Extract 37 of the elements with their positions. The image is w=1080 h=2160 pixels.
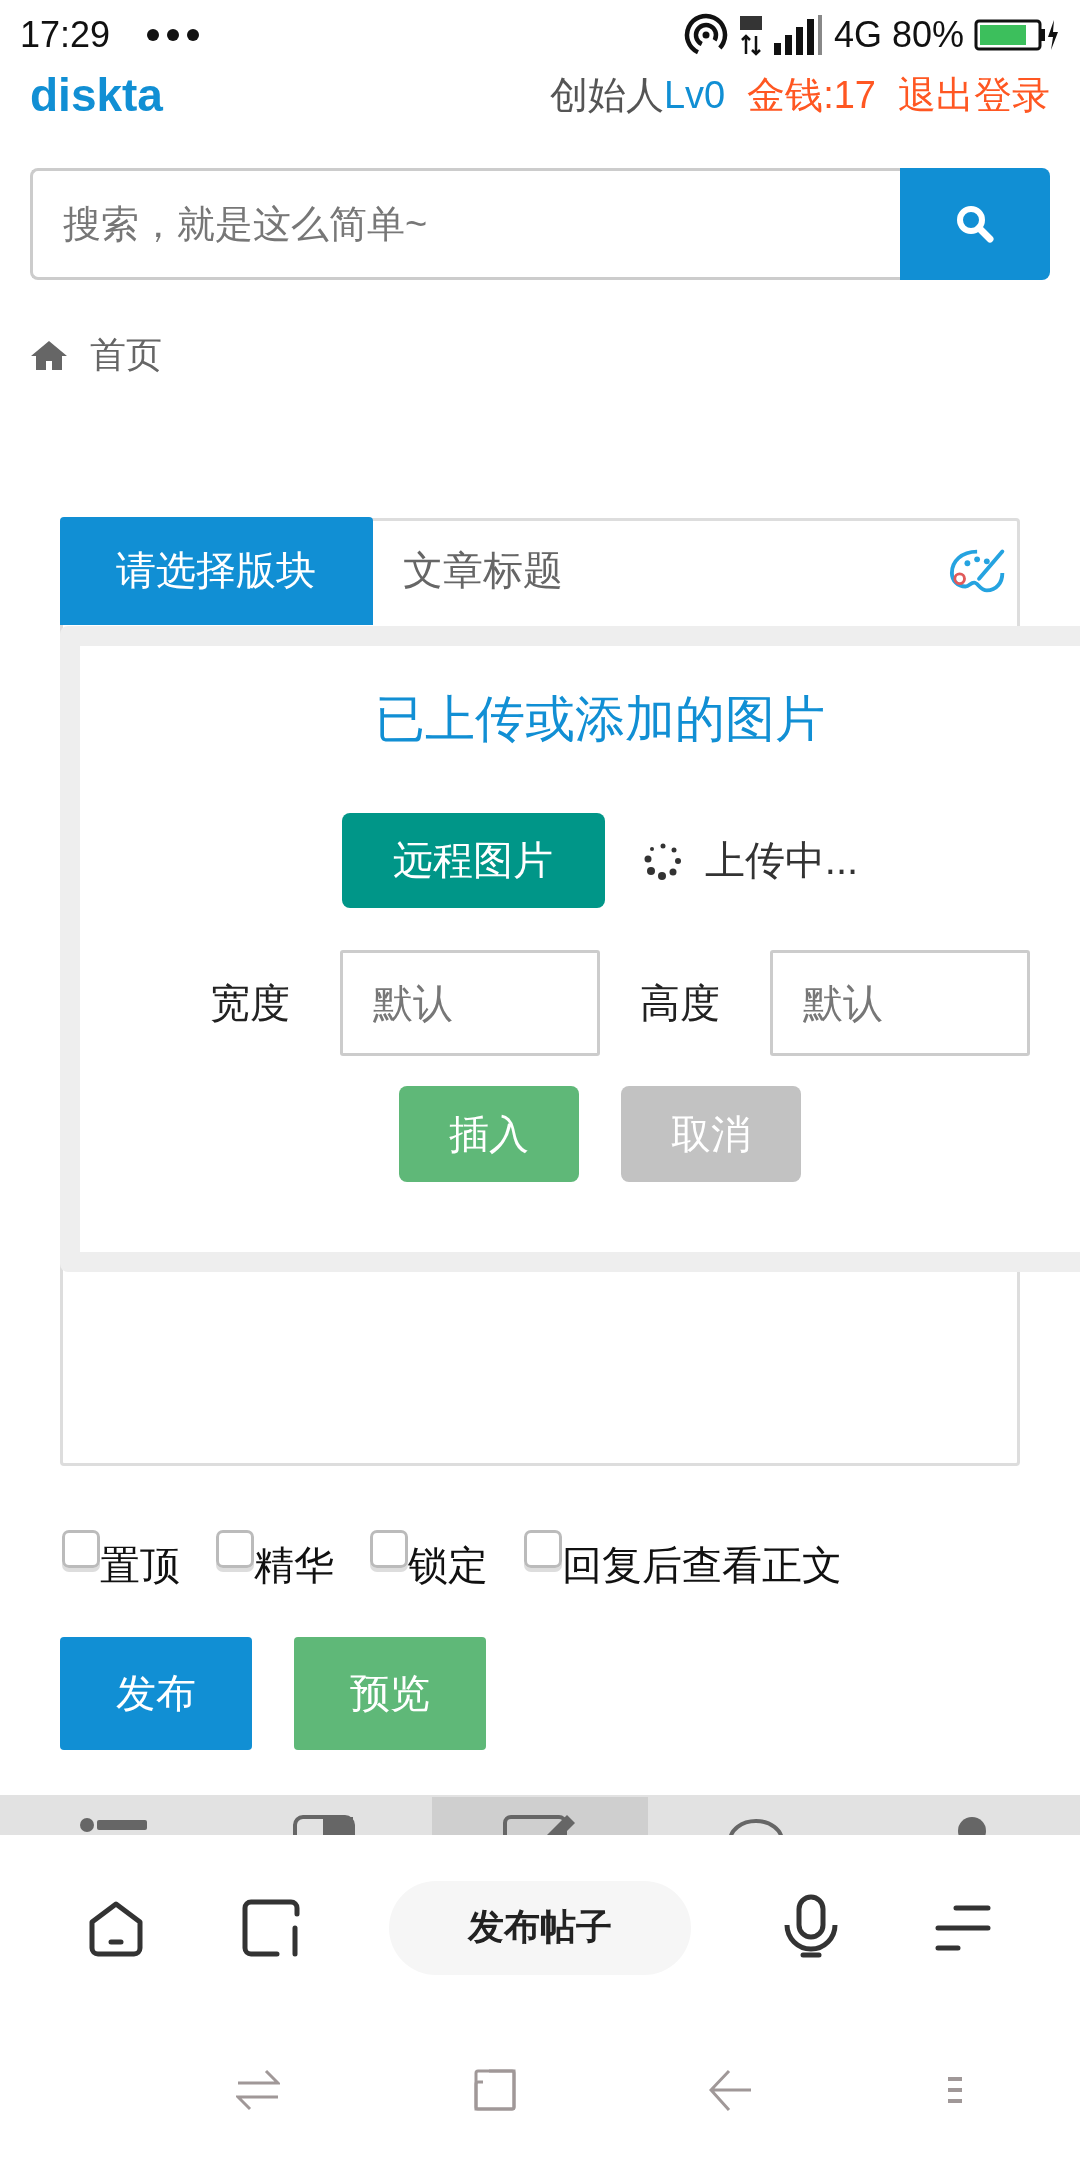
field-label: 高度: [640, 979, 721, 1027]
breadcrumb-link[interactable]: 首页: [90, 330, 162, 380]
size-field[interactable]: 默认: [340, 950, 600, 1056]
hotspot-icon: [683, 13, 728, 57]
search-icon: [955, 204, 995, 244]
home-icon: [30, 339, 68, 371]
square-icon[interactable]: [472, 2068, 517, 2112]
search-button[interactable]: [900, 168, 1050, 280]
network-type: 4G: [833, 14, 882, 56]
user-rank: 创始人Lv0: [549, 72, 726, 118]
search-field[interactable]: 搜索，就是这么简单~: [30, 168, 900, 280]
battery-percent: 80%: [891, 14, 964, 56]
battery-charging-icon: [974, 18, 1060, 52]
more-icon: [146, 28, 201, 42]
preview-button[interactable]: 预览: [294, 1637, 486, 1750]
checkbox-label: 精华: [254, 1542, 334, 1589]
remote-image-button[interactable]: 远程图片: [341, 813, 605, 908]
checkbox-label: 锁定: [408, 1542, 488, 1589]
money-count: 金钱:17: [747, 72, 876, 118]
publish-button[interactable]: 发布: [60, 1637, 252, 1750]
status-time: 17:29: [20, 14, 111, 56]
field-label: 宽度: [210, 979, 291, 1027]
insert-button[interactable]: 插入: [399, 1086, 579, 1182]
page-title-pill[interactable]: 发布帖子: [388, 1880, 691, 1975]
logout-link[interactable]: 退出登录: [898, 69, 1050, 121]
signal-icon: [773, 15, 824, 55]
back-icon[interactable]: [709, 2067, 754, 2113]
category-select[interactable]: 请选择版块: [60, 516, 373, 625]
switch-icon[interactable]: [236, 2067, 281, 2113]
upload-status: 上传中...: [704, 837, 859, 884]
checkbox-label: 回复后查看正文: [562, 1542, 842, 1589]
size-field[interactable]: 默认: [770, 950, 1030, 1056]
checkbox-label: 置顶: [100, 1542, 180, 1589]
dialog-title: 已上传或添加的图片: [375, 690, 825, 749]
site-logo[interactable]: diskta: [30, 68, 163, 122]
data-arrows-icon: [737, 14, 764, 56]
tab-selected[interactable]: [432, 1797, 648, 1835]
